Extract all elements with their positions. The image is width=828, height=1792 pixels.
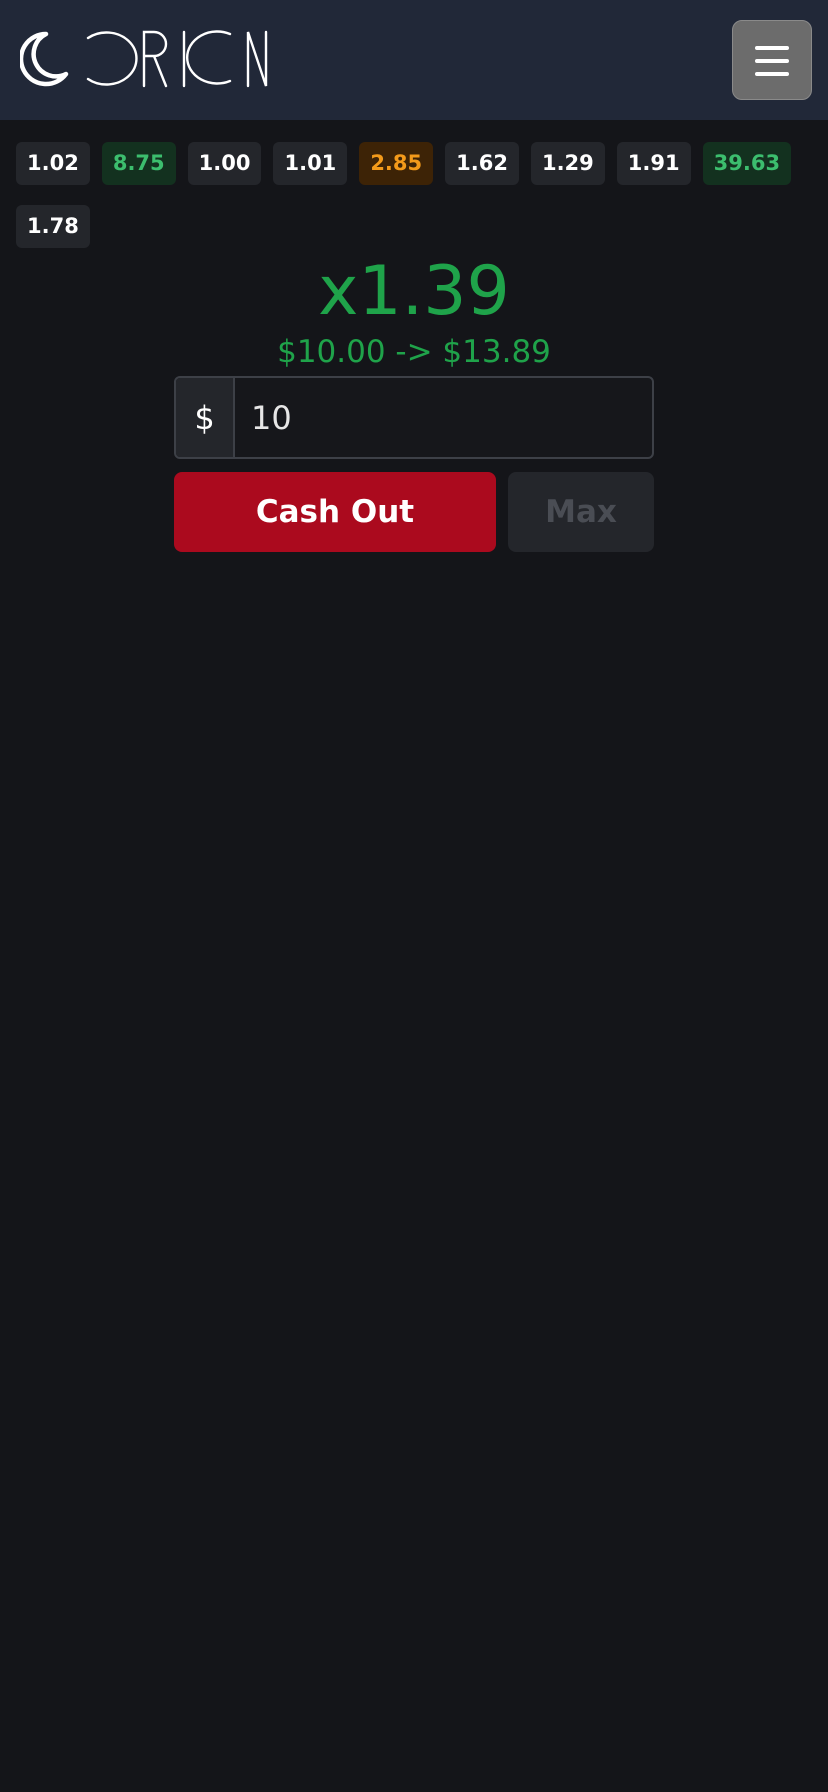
bet-amount-input[interactable] [235, 378, 652, 457]
history-chip[interactable]: 1.00 [187, 142, 262, 185]
history-chip[interactable]: 2.85 [359, 142, 434, 185]
history-chip[interactable]: 1.29 [530, 142, 605, 185]
history-chip[interactable]: 8.75 [101, 142, 176, 185]
bet-amount-group: $ [174, 376, 654, 459]
history-chip[interactable]: 1.62 [445, 142, 519, 185]
history-chip[interactable]: 39.63 [702, 142, 792, 185]
payout-preview: $10.00 -> $13.89 [277, 334, 551, 370]
history-chip[interactable]: 1.01 [273, 142, 348, 185]
moon-icon [20, 31, 69, 87]
multiplier-history: 1.02 8.75 1.00 1.01 2.85 1.62 1.29 1.91 39.63 1.7… [16, 142, 816, 248]
orion-wordmark [86, 30, 268, 88]
current-multiplier: x1.39 [318, 252, 510, 331]
currency-prefix: $ [176, 378, 235, 457]
navbar [0, 0, 828, 120]
cash-out-button[interactable]: Cash Out [174, 472, 496, 552]
history-chip[interactable]: 1.02 [16, 142, 90, 185]
history-chip[interactable]: 1.91 [616, 142, 691, 185]
history-chip[interactable]: 1.78 [16, 205, 90, 248]
max-button[interactable]: Max [508, 472, 654, 552]
hamburger-menu-icon [755, 46, 789, 50]
orion-logo[interactable] [20, 28, 290, 90]
menu-button[interactable] [732, 20, 812, 100]
